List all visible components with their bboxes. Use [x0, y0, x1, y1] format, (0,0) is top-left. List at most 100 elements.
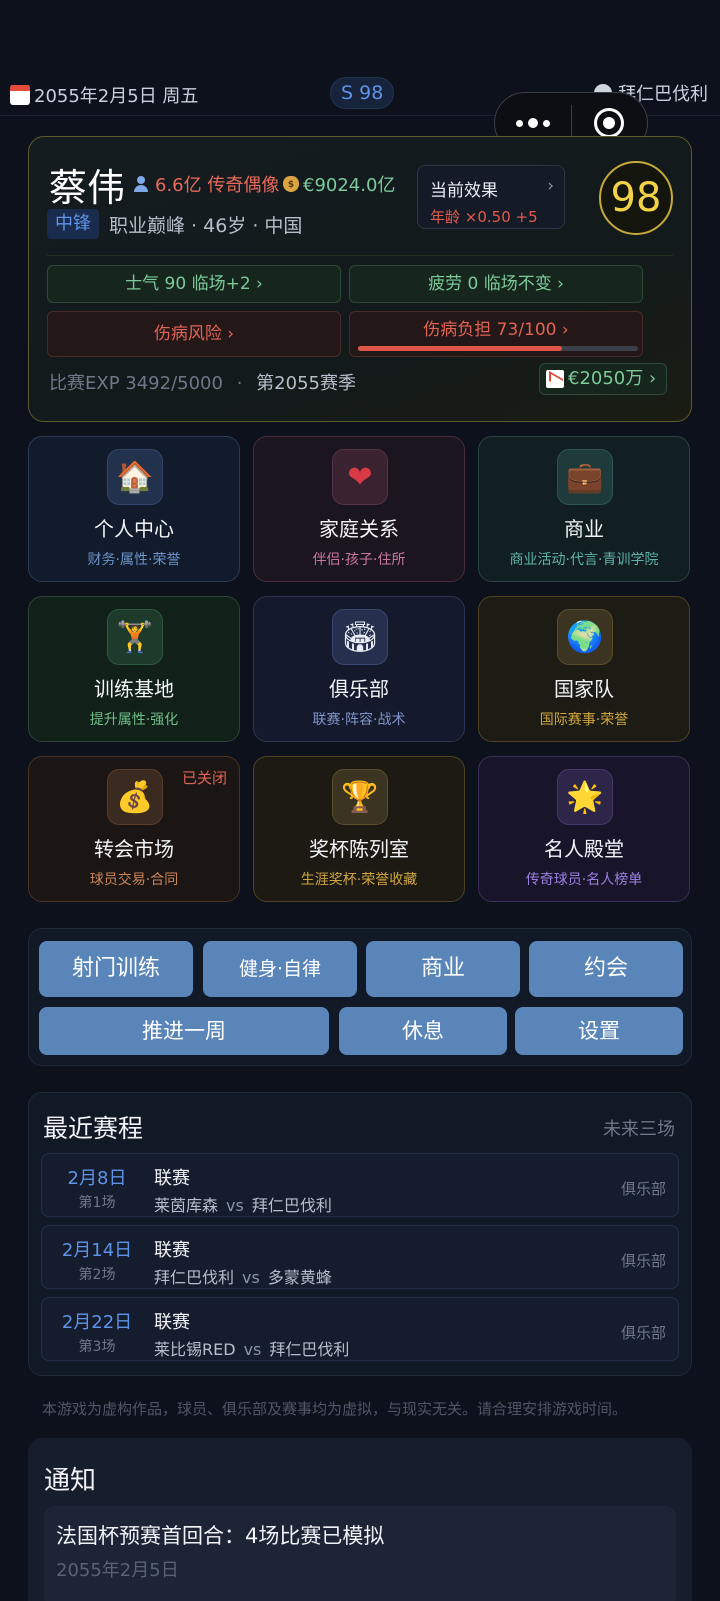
- fitness-button[interactable]: 健身·自律: [203, 941, 357, 997]
- match-teams: 莱比锡RED vs 拜仁巴伐利: [154, 1336, 349, 1360]
- money-bag-icon: 💰: [107, 769, 163, 825]
- match-round: 第3场: [78, 1339, 116, 1355]
- match-category: 俱乐部: [620, 1180, 666, 1198]
- match-teams: 莱茵库森 vs 拜仁巴伐利: [154, 1192, 332, 1216]
- tile-title: 训练基地: [94, 677, 174, 701]
- match-round: 第1场: [78, 1195, 116, 1211]
- tile-family[interactable]: ❤ 家庭关系 伴侣·孩子·住所: [253, 436, 465, 582]
- match-type: 联赛: [154, 1168, 190, 1189]
- match-category: 俱乐部: [620, 1252, 666, 1270]
- injury-load-bar: [358, 346, 638, 351]
- notice-title: 通知: [44, 1466, 97, 1496]
- vs-label: vs: [242, 1268, 260, 1287]
- injury-load-text: 伤病负担 73/100 ›: [423, 320, 569, 340]
- fans-text: 6.6亿 传奇偶像: [155, 175, 280, 196]
- match-category: 俱乐部: [620, 1324, 666, 1342]
- season-text: 第2055赛季: [256, 373, 356, 394]
- current-effect-button[interactable]: 当前效果 › 年龄 ×0.50 +5: [417, 165, 565, 229]
- overall-rating: 98: [599, 161, 673, 235]
- tile-subtitle: 商业活动·代言·青训学院: [509, 552, 659, 568]
- away-team: 拜仁巴伐利: [251, 1196, 332, 1215]
- action-panel: 射门训练 健身·自律 商业 约会 推进一周 休息 设置: [28, 928, 692, 1066]
- star-icon: 🌟: [557, 769, 613, 825]
- notice-item[interactable]: 法国杯预赛首回合：4场比赛已模拟 2055年2月5日: [44, 1506, 676, 1601]
- fans-count: 6.6亿 传奇偶像: [133, 171, 279, 197]
- tile-title: 个人中心: [94, 517, 174, 541]
- notice-date: 2055年2月5日: [56, 1560, 179, 1581]
- injury-load-button[interactable]: 伤病负担 73/100 ›: [349, 311, 643, 357]
- notice-panel: 通知 法国杯预赛首回合：4场比赛已模拟 2055年2月5日: [28, 1438, 692, 1601]
- wealth-button[interactable]: €2050万 ›: [539, 363, 668, 395]
- disclaimer-text: 本游戏为虚构作品，球员、俱乐部及赛事均为虚拟，与现实无关。请合理安排游戏时间。: [42, 1400, 628, 1418]
- tile-subtitle: 国际赛事·荣誉: [539, 712, 629, 728]
- match-row[interactable]: 2月22日 第3场 联赛 莱比锡RED vs 拜仁巴伐利 俱乐部: [41, 1297, 679, 1361]
- match-teams: 拜仁巴伐利 vs 多蒙黄蜂: [154, 1264, 332, 1288]
- chevron-right-icon: ›: [547, 176, 554, 196]
- closed-badge: 已关闭: [181, 769, 227, 787]
- advance-week-button[interactable]: 推进一周: [39, 1007, 329, 1055]
- player-meta: 职业巅峰 · 46岁 · 中国: [109, 215, 303, 237]
- exp-text: 比赛EXP 3492/5000: [49, 373, 223, 394]
- effect-title: 当前效果: [430, 181, 498, 201]
- rest-button[interactable]: 休息: [339, 1007, 507, 1055]
- match-exp: 比赛EXP 3492/5000 · 第2055赛季: [49, 373, 356, 394]
- tile-national-team[interactable]: 🌍 国家队 国际赛事·荣誉: [478, 596, 690, 742]
- tile-trophy-room[interactable]: 🏆 奖杯陈列室 生涯奖杯·荣誉收藏: [253, 756, 465, 902]
- injury-load-fill: [358, 346, 563, 351]
- business-button[interactable]: 商业: [366, 941, 520, 997]
- match-row[interactable]: 2月14日 第2场 联赛 拜仁巴伐利 vs 多蒙黄蜂 俱乐部: [41, 1225, 679, 1289]
- match-date: 2月22日: [61, 1312, 133, 1333]
- globe-icon: 🌍: [557, 609, 613, 665]
- calendar-icon: [10, 85, 30, 105]
- chart-up-icon: [546, 370, 564, 388]
- injury-risk-button[interactable]: 伤病风险 ›: [47, 311, 341, 357]
- home-team: 莱比锡RED: [154, 1340, 236, 1359]
- wealth-text: €2050万 ›: [568, 368, 657, 389]
- tile-personal-center[interactable]: 🏠 个人中心 财务·属性·荣誉: [28, 436, 240, 582]
- money-bag-icon: $: [283, 176, 299, 192]
- tile-title: 国家队: [554, 677, 614, 701]
- recent-schedule-panel: 最近赛程 未来三场 2月8日 第1场 联赛 莱茵库森 vs 拜仁巴伐利 俱乐部 2月…: [28, 1092, 692, 1376]
- heart-icon: ❤: [332, 449, 388, 505]
- match-round: 第2场: [78, 1267, 116, 1283]
- tile-title: 商业: [564, 517, 604, 541]
- tile-subtitle: 生涯奖杯·荣誉收藏: [300, 872, 418, 888]
- morale-button[interactable]: 士气 90 临场+2 ›: [47, 265, 341, 303]
- tile-subtitle: 财务·属性·荣誉: [87, 552, 181, 568]
- game-date-text: 2055年2月5日 周五: [34, 86, 199, 107]
- briefcase-icon: 💼: [557, 449, 613, 505]
- more-options-icon[interactable]: [495, 118, 571, 128]
- match-row[interactable]: 2月8日 第1场 联赛 莱茵库森 vs 拜仁巴伐利 俱乐部: [41, 1153, 679, 1217]
- season-badge[interactable]: S 98: [330, 77, 395, 109]
- away-team: 多蒙黄蜂: [267, 1268, 332, 1287]
- position-badge: 中锋: [47, 209, 99, 239]
- date-button[interactable]: 约会: [529, 941, 683, 997]
- match-date: 2月14日: [61, 1240, 133, 1261]
- player-profile-card: 蔡伟 6.6亿 传奇偶像 $ €9024.0亿 中锋 职业巅峰 · 46岁 · …: [28, 136, 692, 422]
- tile-title: 名人殿堂: [544, 837, 624, 861]
- effect-value: 年龄 ×0.50 +5: [430, 208, 538, 226]
- home-team: 拜仁巴伐利: [154, 1268, 235, 1287]
- tile-club[interactable]: 🏟 俱乐部 联赛·阵容·战术: [253, 596, 465, 742]
- tile-title: 奖杯陈列室: [309, 837, 409, 861]
- home-team: 莱茵库森: [154, 1196, 219, 1215]
- tile-hall-of-fame[interactable]: 🌟 名人殿堂 传奇球员·名人榜单: [478, 756, 690, 902]
- match-type: 联赛: [154, 1240, 190, 1261]
- fatigue-button[interactable]: 疲劳 0 临场不变 ›: [349, 265, 643, 303]
- settings-button[interactable]: 设置: [515, 1007, 683, 1055]
- match-date: 2月8日: [67, 1168, 127, 1189]
- tile-training-base[interactable]: 🏋 训练基地 提升属性·强化: [28, 596, 240, 742]
- tile-subtitle: 提升属性·强化: [89, 712, 179, 728]
- close-miniprogram-icon[interactable]: [572, 108, 648, 138]
- player-money: $ €9024.0亿: [283, 171, 395, 197]
- tile-title: 俱乐部: [329, 677, 389, 701]
- schedule-title: 最近赛程: [43, 1114, 144, 1143]
- tile-business[interactable]: 💼 商业 商业活动·代言·青训学院: [478, 436, 690, 582]
- tile-subtitle: 传奇球员·名人榜单: [525, 872, 643, 888]
- shoot-training-button[interactable]: 射门训练: [39, 941, 193, 997]
- away-team: 拜仁巴伐利: [269, 1340, 350, 1359]
- game-date: 2055年2月5日 周五: [10, 82, 198, 108]
- tile-transfer-market[interactable]: 💰 已关闭 转会市场 球员交易·合同: [28, 756, 240, 902]
- vs-label: vs: [243, 1340, 262, 1359]
- profile-divider: [47, 255, 673, 256]
